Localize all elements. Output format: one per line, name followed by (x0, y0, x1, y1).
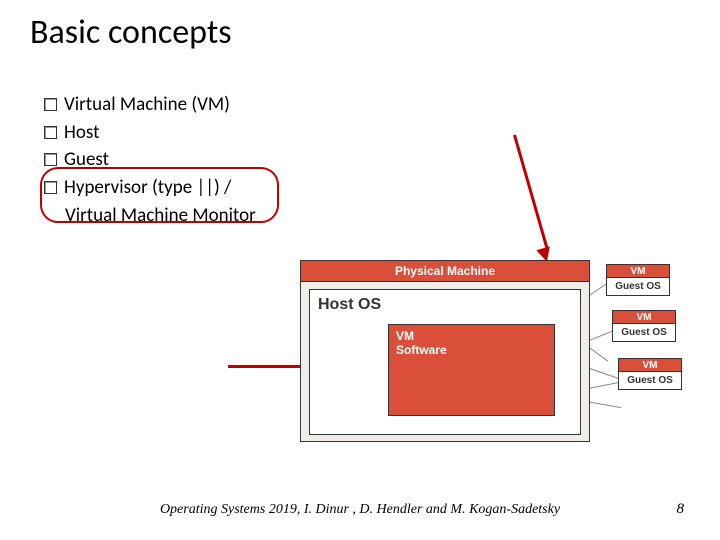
vm-label: VM (618, 358, 682, 372)
vm-label: VM (612, 310, 676, 324)
checkbox-icon (44, 98, 57, 111)
slide-title: Basic concepts (30, 12, 232, 53)
vm-stack: VM Guest OS (618, 358, 682, 390)
arrow-line (513, 135, 548, 251)
guest-os-label: Guest OS (618, 372, 682, 390)
host-os-label: Host OS (318, 296, 381, 314)
checkbox-icon (44, 153, 57, 166)
page-number: 8 (677, 501, 685, 518)
bullet-text: Host (64, 120, 99, 146)
physical-machine-label: Physical Machine (301, 261, 589, 282)
diagram: Physical Machine Host OS VM Software VM … (300, 260, 680, 475)
bullet-text: Virtual Machine (VM) (64, 92, 230, 118)
vm-stack: VM Guest OS (606, 264, 670, 296)
host-os-box: Host OS VM Software (309, 289, 581, 435)
guest-os-label: Guest OS (612, 324, 676, 342)
physical-machine-box: Physical Machine Host OS VM Software (300, 260, 590, 442)
slide: Basic concepts Virtual Machine (VM) Host… (0, 0, 720, 540)
guest-os-label: Guest OS (606, 278, 670, 296)
bullet-item: Virtual Machine (VM) (44, 92, 256, 118)
highlight-oval (40, 167, 279, 223)
text: Software (396, 343, 447, 357)
footer-text: Operating Systems 2019, I. Dinur , D. He… (0, 502, 720, 518)
vm-stack: VM Guest OS (612, 310, 676, 342)
text: VM (396, 329, 414, 343)
vm-label: VM (606, 264, 670, 278)
vm-software-box: VM Software (388, 324, 555, 416)
checkbox-icon (44, 126, 57, 139)
bullet-item: Host (44, 120, 256, 146)
vm-software-label: VM Software (396, 329, 447, 358)
